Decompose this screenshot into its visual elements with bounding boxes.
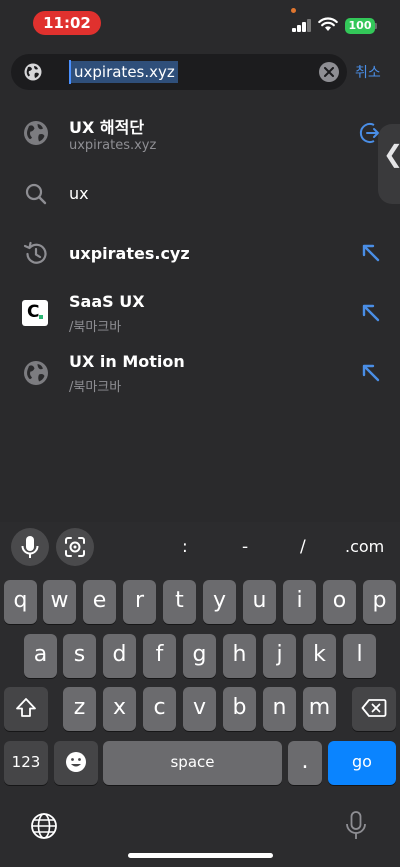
- key-i[interactable]: i: [283, 580, 316, 624]
- globe-icon: [24, 63, 42, 81]
- dictation-icon[interactable]: [343, 809, 369, 843]
- suggestion-title: UX in Motion: [69, 352, 185, 371]
- shift-icon: [16, 698, 36, 717]
- key-x[interactable]: x: [103, 687, 136, 731]
- colon-key[interactable]: :: [182, 537, 188, 557]
- key-g[interactable]: g: [183, 634, 216, 678]
- url-text[interactable]: uxpirates.xyz: [71, 61, 178, 83]
- suggestion-row[interactable]: UX in Motion /북마크바: [0, 344, 400, 402]
- emoji-key[interactable]: [54, 741, 98, 785]
- key-d[interactable]: d: [103, 634, 136, 678]
- dictation-button[interactable]: [11, 528, 49, 566]
- signal-icon: [292, 19, 314, 32]
- suggestion-title: uxpirates.cyz: [69, 244, 190, 263]
- clear-button[interactable]: [319, 62, 339, 82]
- home-indicator[interactable]: [128, 853, 273, 858]
- period-key[interactable]: .: [288, 741, 322, 785]
- side-panel-handle[interactable]: ❮: [378, 124, 400, 204]
- keyboard: : - / .com q w e r t y u i o p a s d f g…: [0, 522, 400, 867]
- dotcom-key[interactable]: .com: [345, 537, 384, 556]
- key-a[interactable]: a: [24, 634, 57, 678]
- status-time[interactable]: 11:02: [33, 11, 101, 35]
- suggestion-row[interactable]: uxpirates.cyz: [0, 224, 400, 282]
- key-q[interactable]: q: [4, 580, 37, 624]
- key-s[interactable]: s: [63, 634, 96, 678]
- fill-arrow-icon[interactable]: [358, 360, 384, 386]
- suggestion-subtitle: /북마크바: [69, 380, 122, 395]
- globe-icon: [24, 361, 48, 385]
- key-w[interactable]: w: [43, 580, 76, 624]
- wifi-icon: [318, 17, 338, 31]
- key-l[interactable]: l: [343, 634, 376, 678]
- url-input[interactable]: uxpirates.xyz: [11, 54, 347, 90]
- suggestion-subtitle: /북마크바: [69, 320, 122, 335]
- key-k[interactable]: k: [303, 634, 336, 678]
- battery-icon: 100: [345, 18, 375, 34]
- keyboard-toolbar: : - / .com: [0, 522, 400, 574]
- key-z[interactable]: z: [63, 687, 96, 731]
- key-v[interactable]: v: [183, 687, 216, 731]
- backspace-icon: [361, 699, 387, 717]
- history-icon: [23, 241, 47, 264]
- shift-key[interactable]: [4, 687, 48, 731]
- key-u[interactable]: u: [243, 580, 276, 624]
- scan-text-icon: [65, 537, 85, 557]
- key-p[interactable]: p: [363, 580, 396, 624]
- close-icon: [324, 67, 334, 77]
- cancel-button[interactable]: 취소: [355, 62, 381, 82]
- status-bar: 11:02 100: [0, 0, 400, 48]
- suggestion-title: ux: [69, 184, 89, 203]
- delete-key[interactable]: [352, 687, 396, 731]
- key-j[interactable]: j: [263, 634, 296, 678]
- space-key[interactable]: space: [103, 741, 282, 785]
- slash-key[interactable]: /: [300, 537, 306, 557]
- privacy-indicator-dot: [291, 8, 296, 13]
- key-f[interactable]: f: [143, 634, 176, 678]
- numbers-key[interactable]: 123: [4, 741, 48, 785]
- emoji-icon: [66, 752, 86, 772]
- fill-arrow-icon[interactable]: [358, 240, 384, 266]
- key-e[interactable]: e: [83, 580, 116, 624]
- globe-icon: [24, 121, 48, 145]
- address-bar: uxpirates.xyz 취소: [0, 54, 400, 90]
- battery-tip: [375, 23, 377, 29]
- globe-keyboard-switch-icon[interactable]: [29, 811, 59, 841]
- search-icon: [25, 183, 47, 205]
- key-m[interactable]: m: [303, 687, 336, 731]
- suggestion-row[interactable]: UX 해적단 uxpirates.xyz: [0, 104, 400, 162]
- scan-text-button[interactable]: [56, 528, 94, 566]
- key-b[interactable]: b: [223, 687, 256, 731]
- key-o[interactable]: o: [323, 580, 356, 624]
- suggestion-title: SaaS UX: [69, 292, 145, 311]
- dash-key[interactable]: -: [242, 537, 248, 557]
- key-r[interactable]: r: [123, 580, 156, 624]
- fill-arrow-icon[interactable]: [358, 300, 384, 326]
- go-key[interactable]: go: [328, 741, 396, 785]
- suggestion-row[interactable]: C SaaS UX /북마크바: [0, 284, 400, 342]
- key-y[interactable]: y: [203, 580, 236, 624]
- suggestion-row[interactable]: ux: [0, 164, 400, 222]
- chevron-left-icon: ❮: [383, 140, 400, 168]
- key-h[interactable]: h: [223, 634, 256, 678]
- key-c[interactable]: c: [143, 687, 176, 731]
- key-t[interactable]: t: [163, 580, 196, 624]
- suggestion-subtitle: uxpirates.xyz: [69, 138, 157, 153]
- microphone-icon: [21, 536, 39, 558]
- key-n[interactable]: n: [263, 687, 296, 731]
- suggestion-title: UX 해적단: [69, 118, 145, 137]
- saas-logo: C: [22, 300, 50, 328]
